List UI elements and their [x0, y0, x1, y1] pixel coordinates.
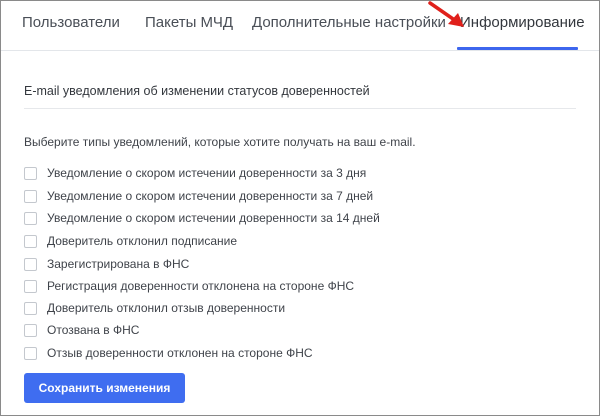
- tab-additional-settings[interactable]: Дополнительные настройки: [252, 14, 446, 31]
- tab-mchd-packages[interactable]: Пакеты МЧД: [145, 14, 233, 31]
- active-tab-indicator: [457, 47, 578, 50]
- option-label: Отзыв доверенности отклонен на стороне Ф…: [47, 346, 313, 360]
- option-label: Отозвана в ФНС: [47, 323, 140, 337]
- section-title: E-mail уведомления об изменении статусов…: [24, 84, 370, 98]
- option-label: Уведомление о скором истечении доверенно…: [47, 189, 374, 203]
- save-changes-button[interactable]: Сохранить изменения: [24, 373, 185, 403]
- option-label: Зарегистрирована в ФНС: [47, 257, 190, 271]
- option-principal-rejected-revocation[interactable]: Доверитель отклонил отзыв доверенности: [24, 299, 285, 317]
- tab-notifications[interactable]: Информирование: [460, 14, 585, 31]
- checkbox[interactable]: [24, 166, 37, 180]
- checkbox[interactable]: [24, 189, 37, 203]
- checkbox[interactable]: [24, 346, 37, 360]
- option-revocation-rejected-fns[interactable]: Отзыв доверенности отклонен на стороне Ф…: [24, 344, 313, 362]
- option-label: Уведомление о скором истечении доверенно…: [47, 166, 367, 180]
- section-divider: [24, 108, 576, 109]
- option-label: Регистрация доверенности отклонена на ст…: [47, 279, 355, 293]
- option-revoked-fns[interactable]: Отозвана в ФНС: [24, 321, 139, 339]
- checkbox[interactable]: [24, 234, 37, 248]
- checkbox[interactable]: [24, 301, 37, 315]
- checkbox[interactable]: [24, 211, 37, 225]
- option-principal-rejected-signing[interactable]: Доверитель отклонил подписание: [24, 232, 237, 250]
- checkbox[interactable]: [24, 257, 37, 271]
- option-label: Доверитель отклонил подписание: [47, 234, 238, 248]
- option-registration-rejected-fns[interactable]: Регистрация доверенности отклонена на ст…: [24, 277, 354, 295]
- section-intro: Выберите типы уведомлений, которые хотит…: [24, 135, 416, 149]
- checkbox[interactable]: [24, 323, 37, 337]
- option-registered-fns[interactable]: Зарегистрирована в ФНС: [24, 255, 189, 273]
- red-arrow-icon: [428, 1, 464, 27]
- checkbox[interactable]: [24, 279, 37, 293]
- option-label: Доверитель отклонил отзыв доверенности: [47, 301, 286, 315]
- option-label: Уведомление о скором истечении доверенно…: [47, 211, 380, 225]
- settings-window: Пользователи Пакеты МЧД Дополнительные н…: [0, 0, 600, 416]
- option-expiry-7-days[interactable]: Уведомление о скором истечении доверенно…: [24, 187, 373, 205]
- tab-bar: Пользователи Пакеты МЧД Дополнительные н…: [1, 1, 599, 51]
- option-expiry-14-days[interactable]: Уведомление о скором истечении доверенно…: [24, 209, 380, 227]
- option-expiry-3-days[interactable]: Уведомление о скором истечении доверенно…: [24, 164, 366, 182]
- tab-users[interactable]: Пользователи: [22, 14, 120, 31]
